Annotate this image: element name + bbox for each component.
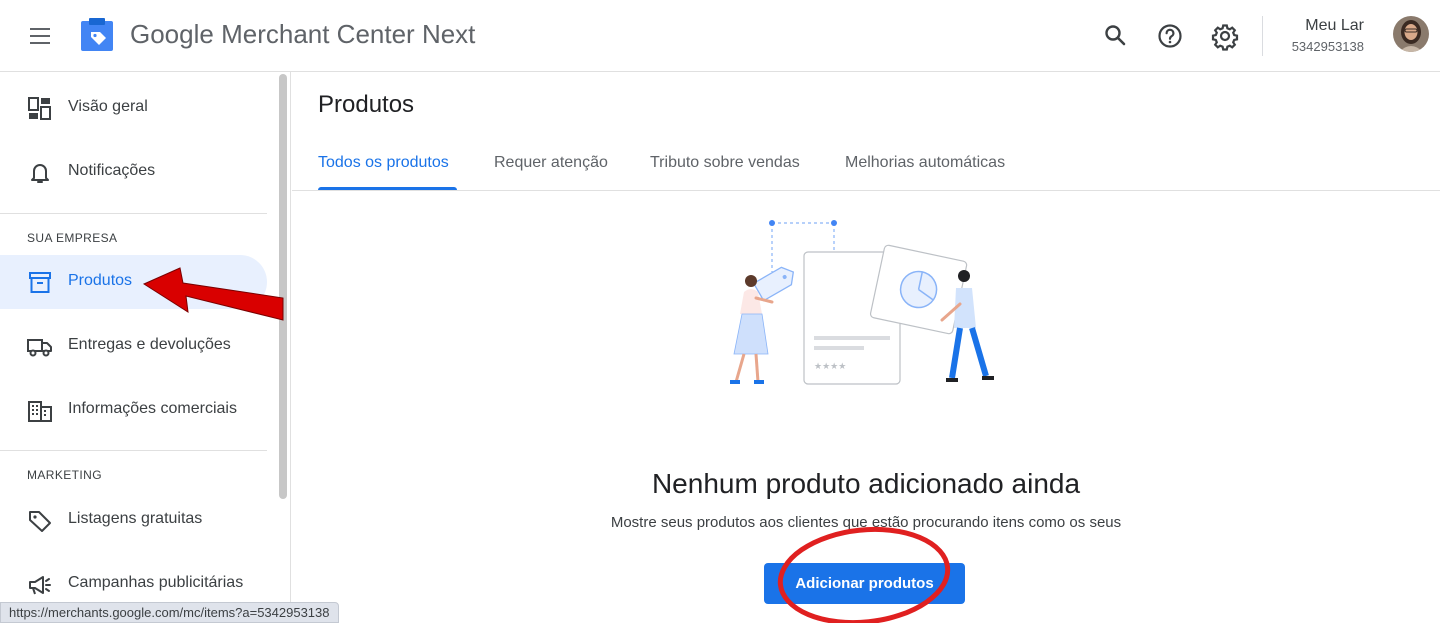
building-icon (27, 398, 53, 424)
sidebar-scrollbar[interactable] (279, 74, 287, 499)
sidebar-item-notifications[interactable]: Notificações (0, 145, 267, 199)
main-menu-icon[interactable] (24, 22, 56, 50)
sidebar-divider (0, 450, 267, 451)
svg-text:★★★★: ★★★★ (814, 362, 846, 372)
dashboard-icon (27, 96, 53, 122)
section-label-marketing: MARKETING (27, 468, 102, 482)
app-title-google: Google (130, 19, 214, 49)
tabs-divider (292, 190, 1440, 191)
app-title: Google Merchant Center Next (130, 19, 475, 50)
account-name[interactable]: Meu Lar (1305, 17, 1364, 35)
empty-state-illustration: ★★★★ (716, 212, 1006, 392)
sidebar-item-overview[interactable]: Visão geral (0, 81, 267, 135)
search-icon[interactable] (1100, 20, 1132, 52)
add-products-button[interactable]: Adicionar produtos (764, 563, 965, 604)
sidebar-nav: Visão geral Notificações SUA EMPRESA Pro… (0, 72, 291, 623)
sidebar-item-business-info[interactable]: Informações comerciais (0, 383, 267, 437)
sidebar-item-label: Listagens gratuitas (68, 510, 203, 527)
user-avatar[interactable] (1393, 16, 1429, 52)
sidebar-item-shipping[interactable]: Entregas e devoluções (0, 319, 267, 373)
merchant-center-logo-icon (80, 18, 114, 52)
settings-gear-icon[interactable] (1209, 20, 1241, 52)
tab-needs-attention[interactable]: Requer atenção (494, 154, 608, 172)
help-icon[interactable] (1154, 20, 1186, 52)
tab-all-products[interactable]: Todos os produtos (318, 154, 449, 172)
sidebar-item-label: Produtos (68, 272, 133, 289)
sidebar-item-label: Campanhas publicitárias (68, 574, 244, 591)
account-id: 5342953138 (1291, 39, 1364, 54)
section-label-company: SUA EMPRESA (27, 231, 118, 245)
sidebar-divider (0, 213, 267, 214)
empty-state-title: Nenhum produto adicionado ainda (651, 468, 1081, 499)
header-divider (1262, 16, 1263, 56)
archive-icon (27, 270, 53, 296)
sidebar-item-products[interactable]: Produtos (0, 255, 267, 309)
tag-icon (27, 508, 53, 534)
top-app-bar: Google Merchant Center Next Meu Lar 5342… (0, 0, 1440, 72)
browser-status-url: https://merchants.google.com/mc/items?a=… (0, 602, 339, 623)
page-title: Produtos (318, 91, 415, 118)
app-title-product: Merchant Center Next (221, 19, 476, 49)
truck-icon (27, 334, 53, 360)
sidebar-item-label: Informações comerciais (68, 400, 237, 417)
bell-icon (27, 160, 53, 186)
empty-state-subtitle: Mostre seus produtos aos clientes que es… (610, 514, 1122, 531)
tab-sales-tax[interactable]: Tributo sobre vendas (650, 154, 800, 172)
sidebar-item-label: Notificações (68, 162, 156, 179)
sidebar-item-label: Entregas e devoluções (68, 336, 231, 353)
sidebar-item-label: Visão geral (68, 98, 148, 115)
sidebar-item-free-listings[interactable]: Listagens gratuitas (0, 493, 267, 547)
megaphone-icon (27, 572, 53, 598)
tab-automatic-improvements[interactable]: Melhorias automáticas (845, 154, 1005, 172)
